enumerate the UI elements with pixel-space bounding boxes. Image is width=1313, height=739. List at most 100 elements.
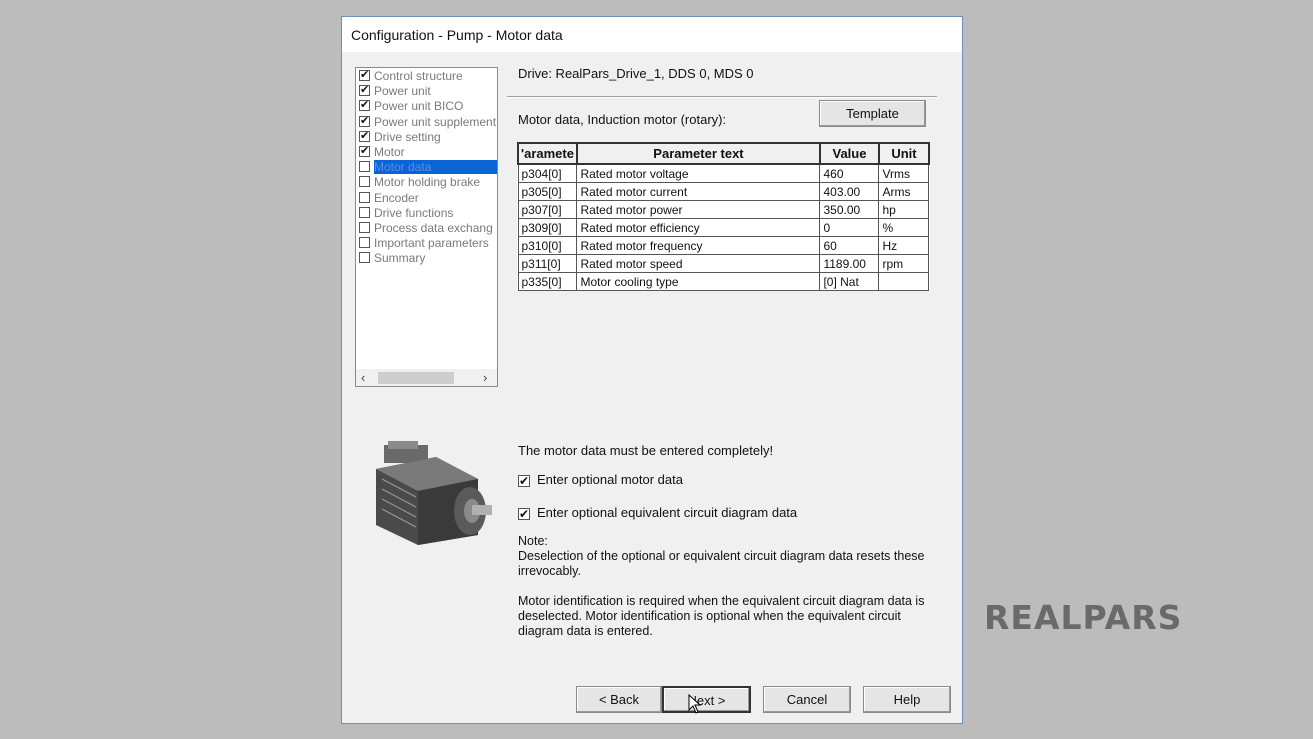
motor-type-label: Motor data, Induction motor (rotary):: [518, 112, 727, 127]
tree-item-label: Drive setting: [374, 129, 441, 144]
table-row[interactable]: p310[0] Rated motor frequency 60 Hz: [517, 236, 930, 255]
param-id-cell: p305[0]: [517, 182, 578, 201]
help-button[interactable]: Help: [863, 686, 951, 713]
param-value-cell[interactable]: 460: [819, 163, 880, 183]
column-header-parameter-text[interactable]: Parameter text: [575, 142, 821, 165]
param-unit-cell: %: [878, 218, 930, 237]
step-checkbox: [359, 237, 370, 249]
step-checkbox: ✔: [359, 69, 370, 81]
note-text-1: Deselection of the optional or equivalen…: [518, 549, 925, 578]
cancel-button[interactable]: Cancel: [763, 686, 851, 713]
param-unit-cell: rpm: [878, 254, 930, 273]
realpars-logo: REALPARS: [984, 598, 1183, 637]
tree-item[interactable]: Encoder: [359, 191, 497, 206]
note-title: Note:: [518, 534, 548, 548]
table-row[interactable]: p307[0] Rated motor power 350.00 hp: [517, 200, 930, 219]
param-text-cell: Motor cooling type: [576, 272, 821, 291]
template-button[interactable]: Template: [819, 100, 926, 127]
param-id-cell: p304[0]: [517, 163, 578, 183]
param-value-cell[interactable]: 1189.00: [819, 254, 880, 273]
configuration-dialog: Configuration - Pump - Motor data ✔ Contr…: [341, 16, 963, 724]
tree-item[interactable]: Summary: [359, 251, 497, 266]
param-text-cell: Rated motor efficiency: [576, 218, 821, 237]
optional-circuit-data-checkbox[interactable]: ✔: [518, 508, 530, 520]
optional-motor-data-label: Enter optional motor data: [537, 472, 683, 487]
param-id-cell: p309[0]: [517, 218, 578, 237]
tree-item-label: Power unit: [374, 84, 431, 99]
param-id-cell: p311[0]: [517, 254, 578, 273]
tree-item-label: Drive functions: [374, 205, 454, 220]
tree-item-label: Summary: [374, 251, 426, 266]
tree-item[interactable]: Motor data: [359, 160, 497, 175]
table-row[interactable]: p309[0] Rated motor efficiency 0%: [517, 218, 930, 237]
tree-item-label: Motor holding brake: [374, 175, 481, 190]
step-checkbox: ✔: [359, 84, 370, 97]
param-unit-cell: Vrms: [878, 163, 930, 183]
tree-item[interactable]: Drive functions: [359, 205, 497, 221]
param-id-cell: p307[0]: [517, 200, 578, 219]
param-text-cell: Rated motor voltage: [576, 163, 821, 183]
scroll-right-icon[interactable]: ›: [483, 370, 487, 385]
optional-circuit-data-label: Enter optional equivalent circuit diagra…: [537, 505, 798, 520]
tree-item-label: Process data exchang: [374, 221, 493, 235]
param-unit-cell: [878, 272, 930, 291]
param-text-cell: Rated motor power: [576, 200, 821, 219]
tree-item-label: Control structure: [374, 69, 463, 83]
param-unit-cell: hp: [878, 200, 930, 219]
window-title: Configuration - Pump - Motor data: [351, 27, 563, 43]
table-row[interactable]: p305[0] Rated motor current 403.00 Arms: [517, 182, 930, 201]
step-checkbox: [359, 176, 370, 188]
optional-motor-data-option[interactable]: ✔ Enter optional motor data: [518, 472, 683, 487]
divider: [507, 96, 937, 98]
tree-item[interactable]: ✔ Control structure: [359, 69, 497, 84]
param-id-cell: p310[0]: [517, 236, 578, 255]
step-checkbox: [359, 191, 370, 203]
motor-parameter-table: 'aramete Parameter text Value Unit p304[…: [517, 142, 930, 291]
next-button[interactable]: Next >: [662, 686, 751, 713]
tree-item-label: Important parameters: [374, 236, 489, 251]
tree-item-label: Power unit supplement: [374, 114, 497, 129]
tree-item-label: Power unit BICO: [374, 99, 464, 114]
tree-item[interactable]: ✔ Power unit: [359, 84, 497, 99]
tree-item[interactable]: ✔ Power unit supplement: [359, 114, 497, 130]
tree-item[interactable]: ✔ Drive setting: [359, 129, 497, 145]
table-row[interactable]: p335[0] Motor cooling type [0] Nat: [517, 272, 930, 291]
scroll-thumb[interactable]: [378, 372, 454, 384]
column-header-parameter[interactable]: 'aramete: [517, 142, 578, 165]
param-unit-cell: Arms: [878, 182, 930, 201]
table-row[interactable]: p304[0] Rated motor voltage 460 Vrms: [517, 163, 930, 183]
param-value-cell[interactable]: 60: [819, 236, 880, 255]
tree-item[interactable]: Process data exchang: [359, 221, 497, 236]
param-value-cell[interactable]: 403.00: [819, 182, 880, 201]
optional-motor-data-checkbox[interactable]: ✔: [518, 475, 530, 487]
step-checkbox: ✔: [359, 114, 370, 127]
scroll-left-icon[interactable]: ‹: [361, 370, 365, 385]
table-row[interactable]: p311[0] Rated motor speed 1189.00 rpm: [517, 254, 930, 273]
tree-item-label: Motor data: [374, 160, 497, 175]
param-value-cell[interactable]: 0: [819, 218, 880, 237]
drive-info: Drive: RealPars_Drive_1, DDS 0, MDS 0: [518, 66, 754, 81]
column-header-value[interactable]: Value: [818, 142, 880, 165]
optional-circuit-data-option[interactable]: ✔ Enter optional equivalent circuit diagr…: [518, 505, 797, 520]
tree-horizontal-scrollbar[interactable]: ‹ ›: [356, 369, 497, 386]
wizard-step-tree[interactable]: ✔ Control structure ✔ Power unit ✔ Power unit…: [355, 67, 498, 387]
param-text-cell: Rated motor speed: [576, 254, 821, 273]
column-header-unit[interactable]: Unit: [877, 142, 930, 165]
motor-image: [376, 441, 492, 545]
param-value-cell[interactable]: [0] Nat: [819, 272, 880, 291]
tree-item-label: Motor: [374, 145, 405, 159]
tree-item[interactable]: Motor holding brake: [359, 175, 497, 190]
mouse-pointer-icon: [688, 694, 702, 714]
back-button[interactable]: < Back: [576, 686, 662, 713]
tree-item[interactable]: ✔ Power unit BICO: [359, 99, 497, 114]
tree-item[interactable]: ✔ Motor: [359, 145, 497, 160]
step-checkbox: ✔: [359, 145, 370, 157]
step-checkbox: [359, 206, 370, 218]
param-value-cell[interactable]: 350.00: [819, 200, 880, 219]
tree-item[interactable]: Important parameters: [359, 236, 497, 251]
step-checkbox: ✔: [359, 99, 370, 112]
completeness-message: The motor data must be entered completel…: [518, 443, 774, 458]
step-checkbox: ✔: [359, 129, 370, 142]
title-bar: Configuration - Pump - Motor data: [342, 17, 962, 52]
step-checkbox: [359, 252, 370, 264]
